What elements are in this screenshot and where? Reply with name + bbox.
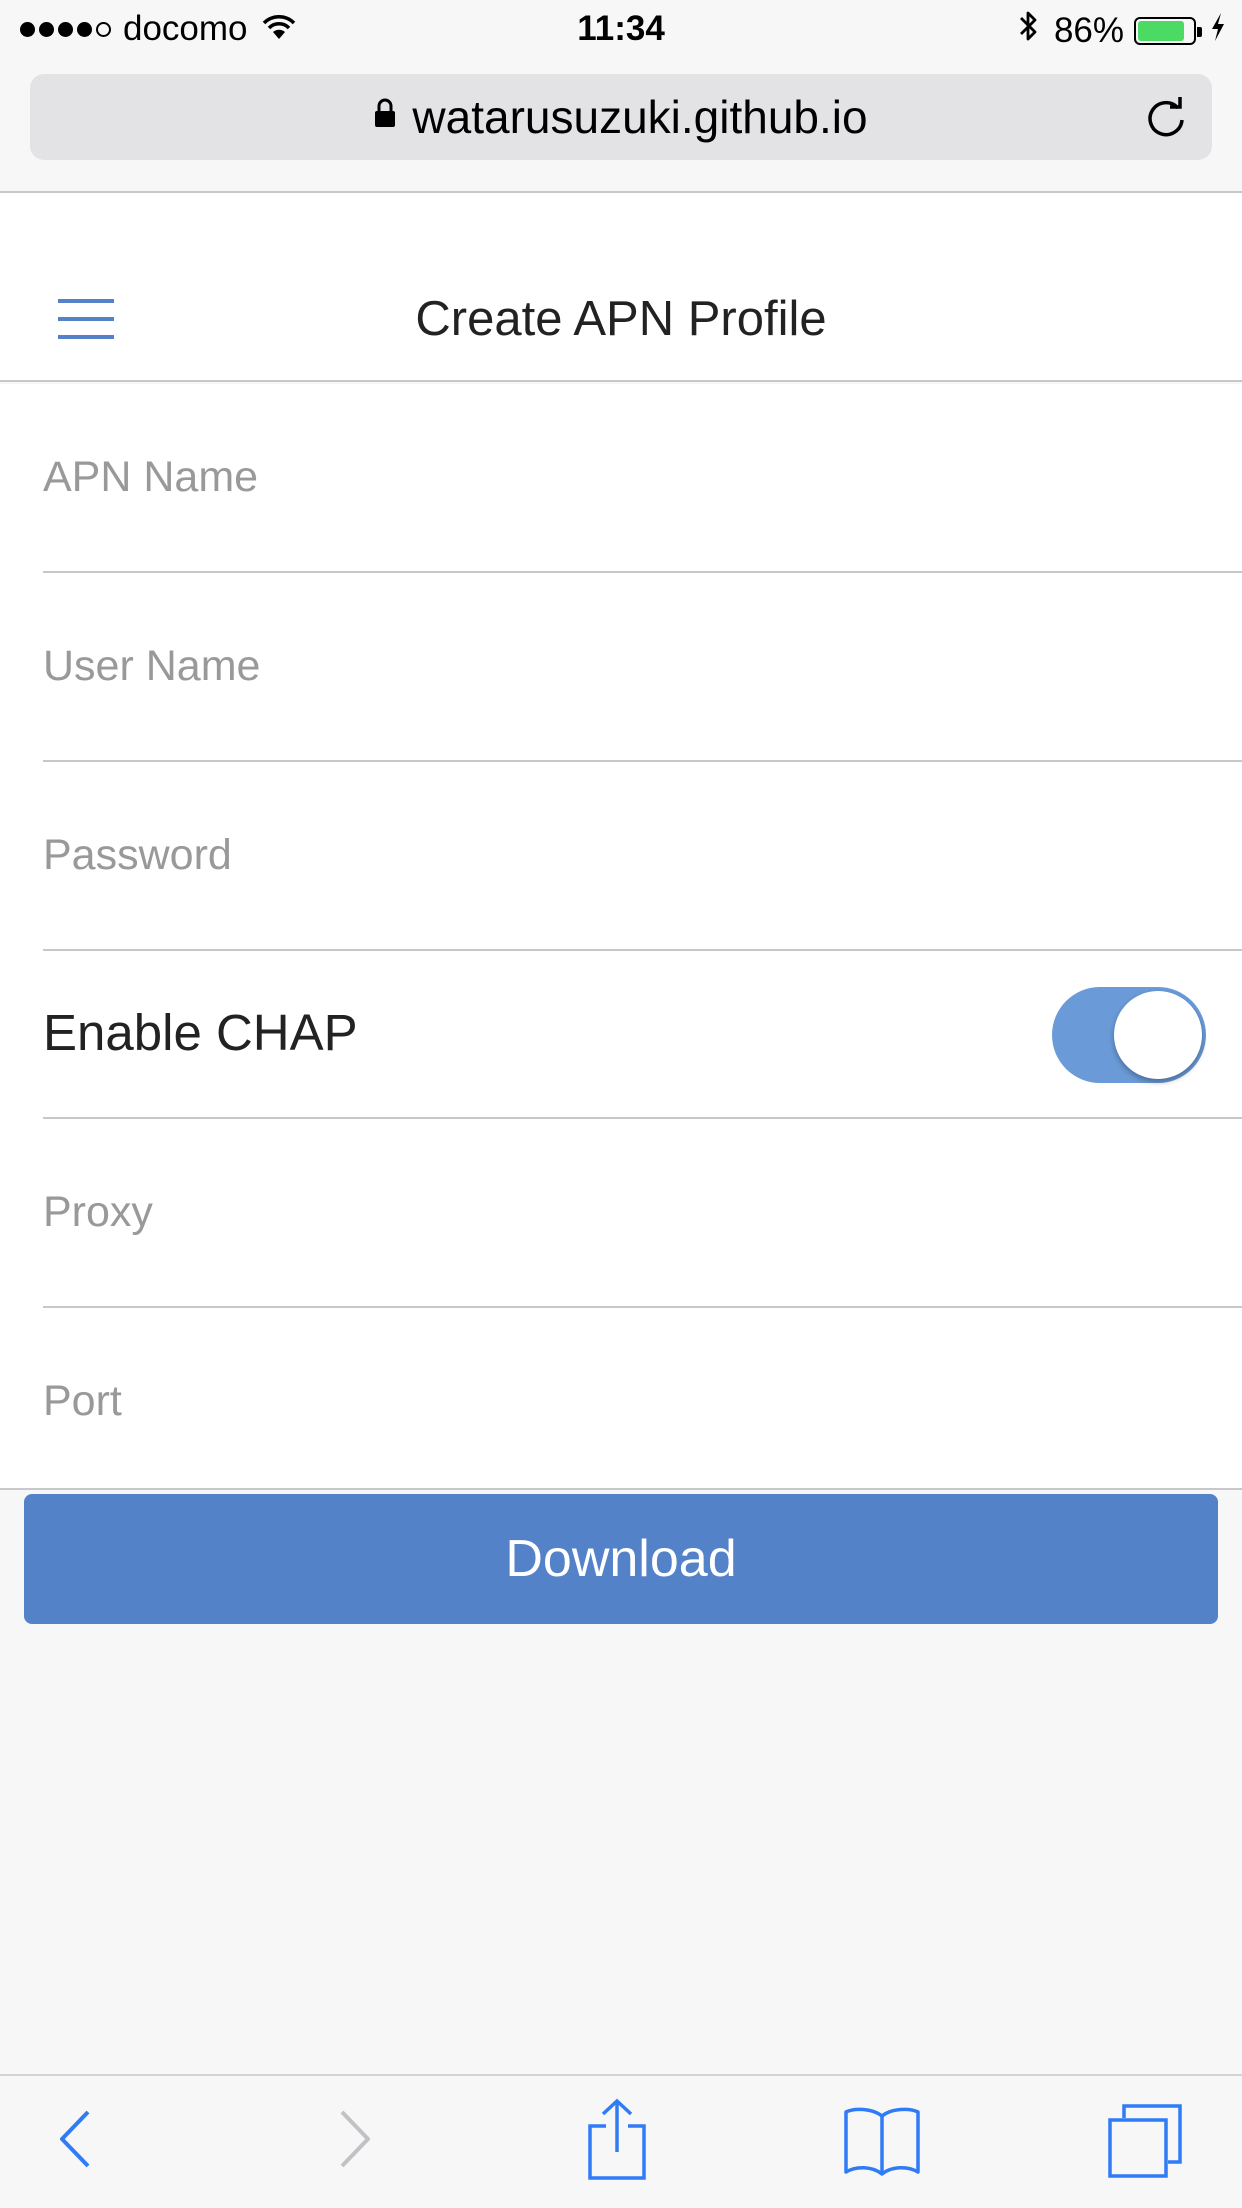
page-title: Create APN Profile	[415, 292, 827, 346]
browser-toolbar	[0, 2074, 1242, 2208]
toggle-knob	[1114, 991, 1202, 1079]
form-row-apn-name	[0, 384, 1242, 573]
share-icon[interactable]	[586, 2098, 648, 2185]
form-row-port	[0, 1308, 1242, 1497]
apn-form: Enable CHAP	[0, 384, 1242, 1495]
bluetooth-icon	[1018, 9, 1040, 52]
enable-chap-label: Enable CHAP	[43, 1004, 358, 1061]
apn-name-input[interactable]	[43, 384, 1193, 571]
battery-level	[1138, 20, 1185, 41]
address-bar[interactable]: watarusuzuki.github.io	[30, 74, 1212, 160]
reload-icon[interactable]	[1144, 94, 1188, 145]
status-right: 86%	[1018, 9, 1226, 52]
web-page: Create APN Profile Enable CHAP	[0, 193, 1242, 1624]
form-row-enable-chap: Enable CHAP	[0, 951, 1242, 1119]
battery-icon	[1134, 16, 1202, 45]
form-row-password	[0, 762, 1242, 951]
forward-icon[interactable]	[334, 2104, 374, 2179]
app-header: Create APN Profile	[0, 193, 1242, 382]
enable-chap-toggle[interactable]	[1052, 987, 1206, 1083]
charging-bolt-icon	[1210, 11, 1226, 51]
bookmarks-icon[interactable]	[842, 2106, 922, 2183]
password-input[interactable]	[43, 762, 1193, 949]
form-row-proxy	[0, 1119, 1242, 1308]
lock-icon	[374, 98, 396, 133]
form-row-user-name	[0, 573, 1242, 762]
port-input[interactable]	[43, 1308, 1193, 1495]
url-text: watarusuzuki.github.io	[412, 91, 868, 143]
back-icon[interactable]	[56, 2104, 96, 2179]
tabs-icon[interactable]	[1106, 2102, 1184, 2185]
download-button[interactable]: Download	[24, 1494, 1218, 1624]
battery-percentage: 86%	[1053, 10, 1124, 50]
user-name-input[interactable]	[43, 573, 1193, 760]
status-bar: docomo 11:34 86%	[0, 0, 1242, 62]
proxy-input[interactable]	[43, 1119, 1193, 1306]
address-bar-content: watarusuzuki.github.io	[30, 74, 1212, 160]
